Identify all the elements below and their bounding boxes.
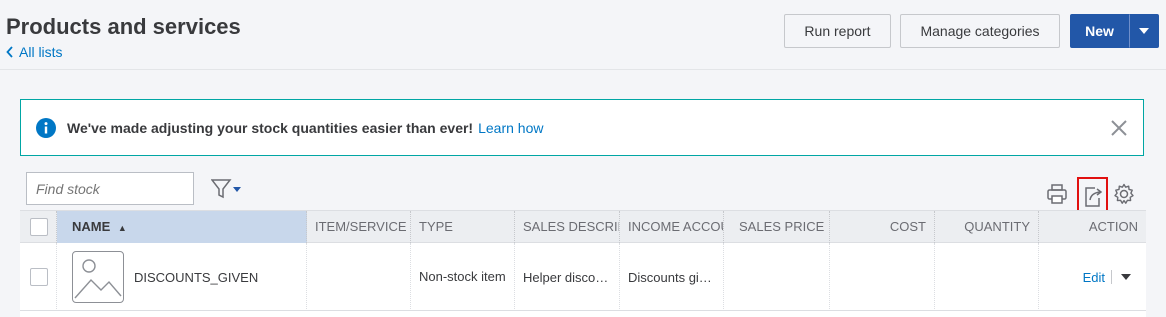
name-cell: DISCOUNTS_GIVEN: [57, 243, 307, 311]
banner-message: We've made adjusting your stock quantiti…: [67, 119, 474, 136]
type-cell: Non-stock item: [411, 243, 515, 311]
manage-categories-button[interactable]: Manage categories: [900, 14, 1060, 48]
column-header-quantity[interactable]: QUANTITY: [935, 211, 1039, 243]
cost-cell: [830, 243, 935, 311]
quantity-cell: [935, 243, 1039, 311]
column-header-name[interactable]: NAME ▲: [57, 211, 307, 243]
table-row[interactable]: DISCOUNTS_GIVEN Non-stock item Helper di…: [20, 243, 1146, 311]
all-lists-link[interactable]: All lists: [6, 44, 63, 60]
learn-how-link[interactable]: Learn how: [478, 120, 543, 136]
income-account-cell: Discounts gi…: [620, 243, 724, 311]
table-header: NAME ▲ ITEM/SERVICE C TYPE SALES DESCRIP…: [20, 210, 1146, 243]
row-select-cell: [20, 243, 57, 311]
column-header-sales-price[interactable]: SALES PRICE: [724, 211, 830, 243]
row-checkbox[interactable]: [30, 268, 48, 286]
select-all-checkbox[interactable]: [30, 218, 48, 236]
column-header-item-service-code[interactable]: ITEM/SERVICE C: [307, 211, 411, 243]
new-button[interactable]: New: [1070, 14, 1129, 48]
products-table: NAME ▲ ITEM/SERVICE C TYPE SALES DESCRIP…: [20, 166, 1146, 317]
run-report-button[interactable]: Run report: [784, 14, 891, 48]
chevron-left-icon: [6, 46, 13, 58]
action-cell: Edit: [1039, 243, 1146, 311]
caret-down-icon[interactable]: [1120, 270, 1134, 284]
table-toolbar: [20, 166, 1146, 216]
column-header-type[interactable]: TYPE: [411, 211, 515, 243]
filter-icon[interactable]: [210, 179, 243, 199]
sales-price-cell: [724, 243, 830, 311]
column-header-action: ACTION: [1088, 219, 1138, 234]
select-all-cell: [20, 211, 57, 243]
caret-down-icon: [1139, 28, 1149, 34]
image-placeholder-icon: [72, 251, 124, 303]
edit-link[interactable]: Edit: [1083, 270, 1105, 285]
sales-description-cell: Helper disco…: [515, 243, 620, 311]
all-lists-label: All lists: [19, 44, 63, 60]
info-banner: We've made adjusting your stock quantiti…: [20, 99, 1144, 156]
info-icon: [36, 117, 56, 138]
item-name: DISCOUNTS_GIVEN: [134, 269, 259, 285]
find-stock-input[interactable]: [26, 172, 194, 205]
page-header: Products and services All lists Run repo…: [0, 0, 1166, 70]
column-header-income-account[interactable]: INCOME ACCOU: [620, 211, 724, 243]
page-title: Products and services: [6, 14, 241, 39]
new-dropdown-button[interactable]: [1129, 14, 1159, 48]
print-icon[interactable]: [1046, 183, 1068, 205]
close-icon[interactable]: [1109, 118, 1129, 138]
item-service-code-cell: [307, 243, 411, 311]
gear-icon[interactable]: [1113, 183, 1135, 205]
column-header-sales-description[interactable]: SALES DESCRIP: [515, 211, 620, 243]
sort-ascending-icon: ▲: [117, 223, 127, 233]
action-divider: [1111, 270, 1112, 284]
column-header-cost[interactable]: COST: [830, 211, 935, 243]
